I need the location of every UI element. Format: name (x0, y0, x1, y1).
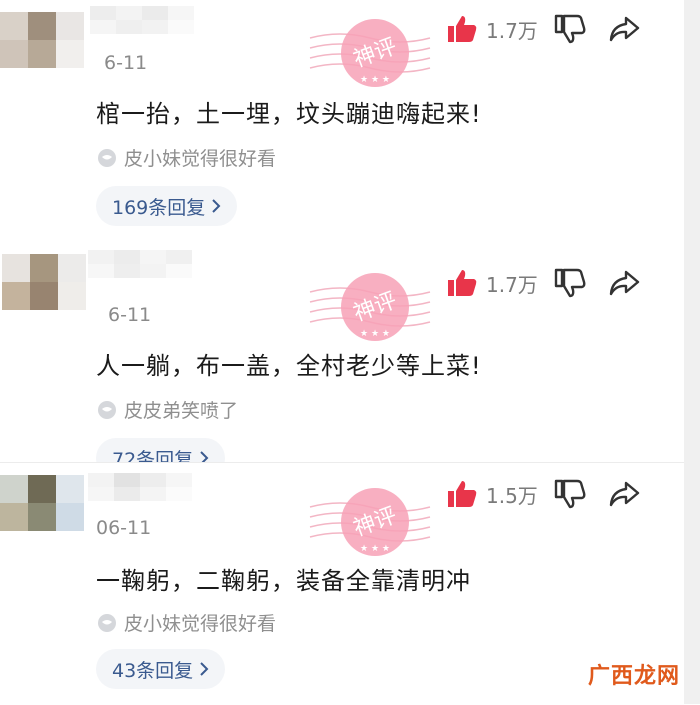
liker-text: 皮小妹觉得很好看 (124, 613, 277, 635)
comment-date: 6-11 (108, 304, 152, 326)
like-count: 1.7万 (486, 18, 538, 43)
comment-card: 神评 ★ ★ ★ 1.5万 06-11 一鞠躬，二鞠躬，装备全靠清明冲 皮小妹觉… (0, 462, 684, 705)
speech-bubble-icon (98, 400, 116, 419)
thumbs-up-icon[interactable] (446, 268, 478, 298)
liker-tag: 皮小妹觉得很好看 (96, 609, 276, 636)
svg-text:★ ★ ★: ★ ★ ★ (360, 75, 390, 85)
comment-card: 神评 ★ ★ ★ 1.7万 6-11 人一躺，布一盖，全村老少等上菜! 皮皮弟笑… (0, 236, 684, 462)
like-count: 1.7万 (486, 272, 538, 297)
reply-count-label: 72条回复 (112, 448, 194, 463)
like-count: 1.5万 (486, 483, 538, 508)
reply-count-label: 43条回复 (112, 659, 194, 682)
shenping-stamp-icon: 神评 ★ ★ ★ (309, 19, 431, 87)
reply-count-button[interactable]: 72条回复 (96, 438, 226, 463)
comment-actions: 1.7万 (446, 268, 640, 298)
comment-date: 6-11 (104, 52, 148, 74)
thumbs-down-icon[interactable] (554, 268, 586, 298)
username-blurred[interactable] (88, 250, 192, 278)
liker-tag: 皮小妹觉得很好看 (96, 144, 276, 171)
avatar[interactable] (0, 12, 84, 68)
thumbs-down-icon[interactable] (554, 14, 586, 44)
thumbs-up-icon[interactable] (446, 14, 478, 44)
chevron-right-icon (212, 199, 221, 213)
comment-text[interactable]: 棺一抬，土一埋，坟头蹦迪嗨起来! (96, 94, 482, 129)
liker-tag: 皮皮弟笑喷了 (96, 396, 238, 423)
username-blurred[interactable] (90, 6, 194, 34)
comment-text[interactable]: 人一躺，布一盖，全村老少等上菜! (96, 346, 482, 381)
comment-actions: 1.7万 (446, 14, 640, 44)
svg-text:★ ★ ★: ★ ★ ★ (360, 329, 390, 339)
svg-text:★ ★ ★: ★ ★ ★ (360, 544, 390, 554)
share-arrow-icon[interactable] (608, 268, 640, 298)
reply-count-button[interactable]: 169条回复 (96, 186, 238, 226)
thumbs-up-icon[interactable] (446, 479, 478, 509)
avatar[interactable] (2, 254, 86, 310)
share-arrow-icon[interactable] (608, 14, 640, 44)
speech-bubble-icon (98, 148, 116, 167)
liker-text: 皮皮弟笑喷了 (124, 400, 239, 422)
comment-date: 06-11 (96, 517, 152, 539)
liker-text: 皮小妹觉得很好看 (124, 148, 277, 170)
speech-bubble-icon (98, 613, 116, 632)
thumbs-down-icon[interactable] (554, 479, 586, 509)
reply-count-label: 169条回复 (112, 196, 206, 219)
avatar[interactable] (0, 475, 84, 531)
comment-text[interactable]: 一鞠躬，二鞠躬，装备全靠清明冲 (96, 561, 471, 596)
comment-actions: 1.5万 (446, 479, 640, 509)
reply-count-button[interactable]: 43条回复 (96, 649, 226, 689)
chevron-right-icon (200, 662, 209, 676)
scrollbar-track (684, 0, 700, 704)
chevron-right-icon (200, 451, 209, 462)
share-arrow-icon[interactable] (608, 479, 640, 509)
comment-card: 神评 ★ ★ ★ 1.7万 6-11 棺一抬，土一埋，坟头蹦迪嗨起来! 皮小妹觉… (0, 0, 684, 236)
username-blurred[interactable] (88, 473, 192, 501)
site-watermark: 广西龙网 (587, 664, 680, 689)
